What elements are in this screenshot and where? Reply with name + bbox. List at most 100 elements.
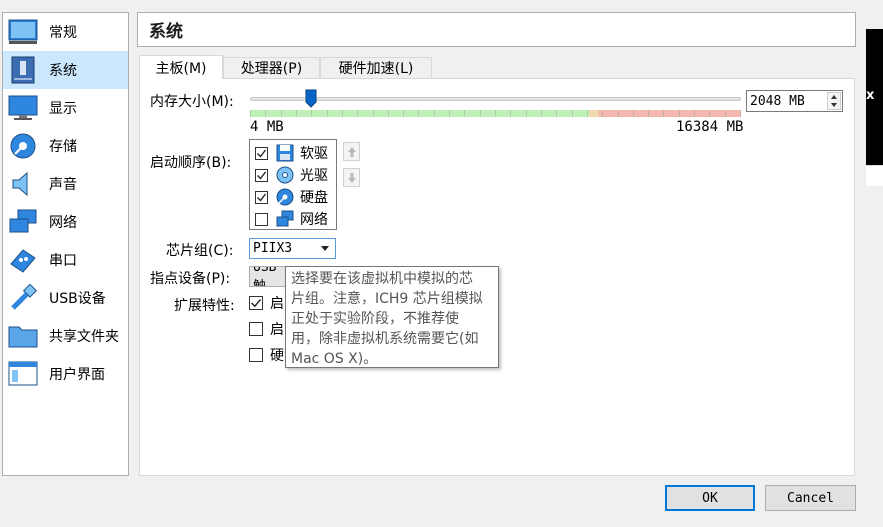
background-window-edge — [866, 165, 883, 186]
floppy-icon — [276, 144, 294, 162]
arrow-up-icon — [347, 146, 356, 157]
slider-tick — [724, 110, 726, 117]
slider-tick — [403, 110, 405, 117]
sidebar-item-audio[interactable]: 声音 — [3, 165, 128, 203]
memory-min-label: 4 MB — [250, 119, 284, 135]
sidebar-item-general[interactable]: 常规 — [3, 13, 128, 51]
spin-arrows-icon[interactable] — [827, 92, 841, 110]
memory-label: 内存大小(M): — [150, 94, 234, 110]
sidebar-item-network[interactable]: 网络 — [3, 203, 128, 241]
checkbox[interactable] — [255, 146, 268, 160]
shared-folder-icon — [7, 320, 39, 352]
move-up-button[interactable] — [343, 142, 360, 161]
boot-item-label: 光驱 — [300, 168, 328, 184]
slider-tick — [632, 110, 634, 117]
slider-tick — [617, 110, 619, 117]
chevron-down-icon — [321, 246, 329, 251]
sidebar-item-display[interactable]: 显示 — [3, 89, 128, 127]
sidebar-item-label: USB设备 — [49, 291, 106, 307]
chipset-select[interactable]: PIIX3 — [249, 238, 336, 259]
slider-tick — [464, 110, 466, 117]
sidebar-item-system[interactable]: 系统 — [3, 51, 128, 89]
slider-tick — [648, 110, 650, 117]
arrow-down-icon — [347, 172, 356, 183]
sidebar-item-serial-port[interactable]: 串口 — [3, 241, 128, 279]
move-down-button[interactable] — [343, 168, 360, 187]
tooltip-line: 选择要在该虚拟机中模拟的芯 — [291, 271, 473, 287]
pointing-device-select[interactable]: USB触 — [249, 266, 289, 287]
memory-slider-handle[interactable] — [305, 89, 317, 108]
boot-item-label: 网络 — [300, 212, 328, 228]
general-icon — [7, 16, 39, 48]
checkbox[interactable] — [255, 212, 268, 226]
sidebar-item-label: 网络 — [49, 215, 77, 231]
slider-tick — [556, 110, 558, 117]
pointer-label: 指点设备(P): — [150, 271, 231, 287]
system-icon — [7, 54, 39, 86]
sidebar-item-shared-folders[interactable]: 共享文件夹 — [3, 317, 128, 355]
tooltip-line: 片组。注意，ICH9 芯片组模拟 — [291, 291, 483, 307]
list-item[interactable]: 软驱 — [252, 142, 336, 164]
user-interface-icon — [7, 358, 39, 390]
audio-icon — [7, 168, 39, 200]
slider-tick — [250, 110, 251, 117]
slider-tick — [357, 110, 359, 117]
boot-order-list[interactable]: 软驱 光驱 硬盘 网络 — [249, 139, 337, 230]
slider-tick — [525, 110, 527, 117]
memory-spinbox[interactable]: 2048 MB — [746, 90, 843, 112]
tab-processor[interactable]: 处理器(P) — [223, 57, 320, 78]
feature-label: 启 — [270, 322, 284, 338]
checkbox[interactable] — [249, 348, 263, 362]
feature-checkbox-2[interactable]: 启 — [249, 320, 284, 338]
network-icon — [7, 206, 39, 238]
slider-tick — [280, 110, 282, 117]
boot-item-label: 软驱 — [300, 146, 328, 162]
sidebar-item-storage[interactable]: 存储 — [3, 127, 128, 165]
slider-tick — [571, 110, 573, 117]
sidebar-item-label: 串口 — [49, 253, 77, 269]
slider-tick — [265, 110, 267, 117]
serial-port-icon — [7, 244, 39, 276]
memory-max-label: 16384 MB — [676, 119, 744, 135]
slider-tick — [663, 110, 665, 117]
feature-checkbox-1[interactable]: 启 — [249, 294, 284, 312]
slider-tick — [341, 110, 343, 117]
boot-item-label: 硬盘 — [300, 190, 328, 206]
slider-tick — [372, 110, 374, 117]
tooltip-line: 正处于实验阶段，不推荐使 — [291, 311, 459, 327]
tab-motherboard[interactable]: 主板(M) — [139, 55, 223, 79]
checkbox[interactable] — [249, 296, 263, 310]
ok-button[interactable]: OK — [665, 485, 755, 511]
tab-acceleration[interactable]: 硬件加速(L) — [320, 57, 432, 78]
list-item[interactable]: 硬盘 — [252, 186, 336, 208]
checkbox[interactable] — [249, 322, 263, 336]
slider-tick — [433, 110, 435, 117]
sidebar-item-user-interface[interactable]: 用户界面 — [3, 355, 128, 393]
list-item[interactable]: 光驱 — [252, 164, 336, 186]
network-icon — [276, 210, 294, 227]
list-item[interactable]: 网络 — [252, 208, 336, 230]
checkbox[interactable] — [255, 168, 268, 182]
settings-sidebar: 常规 系统 显示 存储 声音 网络 串口 USB设备 共享文件夹 用户界面 — [2, 12, 129, 476]
feature-label: 硬 — [270, 348, 284, 364]
sidebar-item-label: 常规 — [49, 25, 77, 41]
slider-tick — [540, 110, 542, 117]
slider-tick — [740, 110, 741, 117]
slider-tick — [418, 110, 420, 117]
sidebar-item-usb[interactable]: USB设备 — [3, 279, 128, 317]
tooltip-line: Mac OS X)。 — [291, 351, 378, 367]
feature-checkbox-3[interactable]: 硬 — [249, 346, 284, 364]
sidebar-item-label: 声音 — [49, 177, 77, 193]
sidebar-item-label: 共享文件夹 — [49, 329, 119, 345]
checkbox[interactable] — [255, 190, 268, 204]
memory-value: 2048 MB — [750, 93, 805, 109]
slider-tick — [387, 110, 389, 117]
sidebar-item-label: 显示 — [49, 101, 77, 117]
feature-label: 启 — [270, 296, 284, 312]
optical-drive-icon — [276, 166, 294, 184]
sidebar-item-label: 用户界面 — [49, 367, 105, 383]
slider-tick — [449, 110, 451, 117]
memory-slider[interactable] — [250, 97, 741, 101]
boot-order-label: 启动顺序(B): — [150, 155, 232, 171]
cancel-button[interactable]: Cancel — [765, 485, 856, 511]
